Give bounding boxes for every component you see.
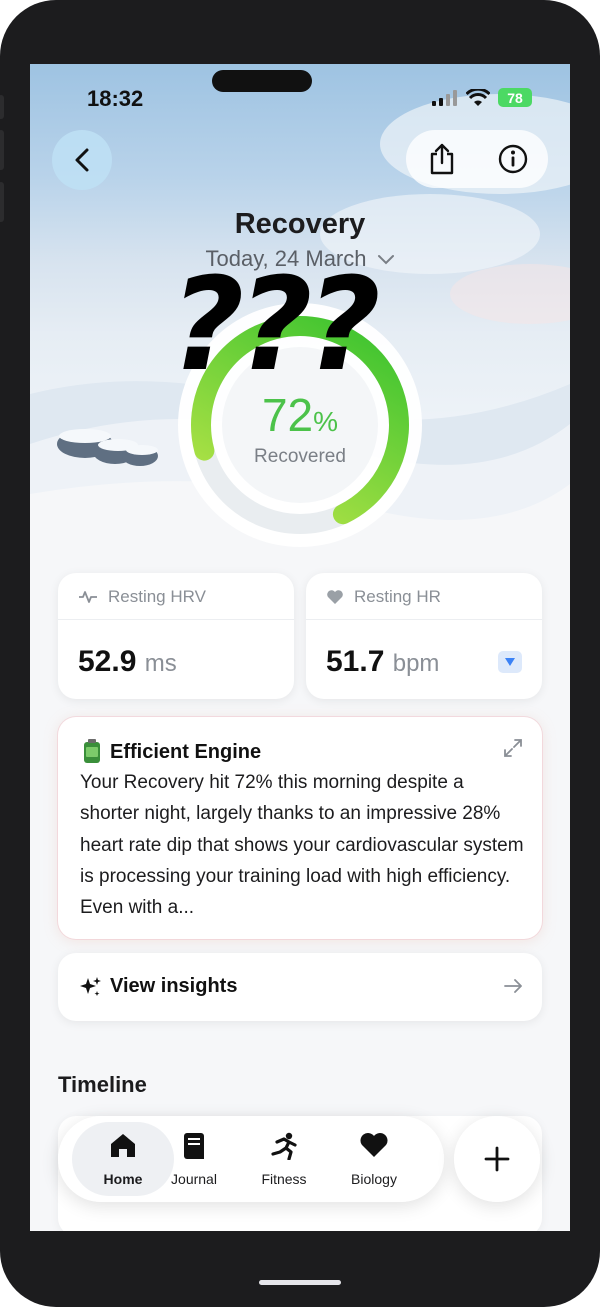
divider <box>306 619 542 620</box>
dynamic-island <box>212 70 312 92</box>
back-button[interactable] <box>52 130 112 190</box>
volume-down-button <box>0 182 4 222</box>
volume-up-button <box>0 130 4 170</box>
hr-number: 51.7 <box>326 645 385 678</box>
recovery-label: Recovered <box>254 446 346 467</box>
tab-biology-label: Biology <box>351 1171 397 1187</box>
hr-unit: bpm <box>392 650 440 677</box>
divider <box>58 619 294 620</box>
battery-indicator: 78 <box>498 88 532 107</box>
add-button[interactable] <box>454 1116 540 1202</box>
phone-frame: 18:32 78 Recovery Today, 24 March 72% Re… <box>0 0 600 1307</box>
timeline-heading: Timeline <box>58 1072 147 1097</box>
wifi-icon <box>466 88 490 106</box>
hrv-header: Resting HRV <box>78 587 206 607</box>
chevron-left-icon <box>75 148 89 172</box>
battery-can-icon <box>84 739 100 763</box>
status-indicators: 78 <box>432 88 532 107</box>
hrv-number: 52.9 <box>78 645 137 678</box>
view-insights-button[interactable]: View insights <box>58 953 542 1021</box>
heart-icon <box>329 1132 419 1158</box>
hrv-value: 52.9 ms <box>78 645 177 679</box>
hr-value: 51.7 bpm <box>326 645 439 679</box>
tab-bar: Home Journal Fitness Biology <box>58 1116 444 1202</box>
triangle-down-icon <box>505 658 515 666</box>
share-button[interactable] <box>420 137 464 181</box>
info-icon <box>498 144 527 174</box>
recovery-center: 72% Recovered <box>175 388 425 468</box>
hr-header: Resting HR <box>326 587 441 607</box>
hrv-unit: ms <box>144 650 177 677</box>
sparkles-icon <box>78 975 102 1004</box>
expand-button[interactable] <box>502 737 524 764</box>
chevron-down-icon <box>377 255 394 265</box>
tab-journal-label: Journal <box>171 1171 217 1187</box>
arrow-right-icon <box>502 975 524 1002</box>
top-actions-group <box>406 130 548 188</box>
info-button[interactable] <box>491 137 535 181</box>
resting-hrv-card[interactable]: Resting HRV 52.9 ms <box>58 573 294 699</box>
fitness-icon <box>239 1132 329 1160</box>
plus-icon <box>484 1146 510 1172</box>
hr-label: Resting HR <box>354 587 441 606</box>
page-title: Recovery <box>234 208 366 240</box>
home-indicator <box>259 1280 341 1285</box>
journal-icon <box>149 1132 239 1160</box>
share-icon <box>430 143 453 175</box>
tab-biology[interactable]: Biology <box>351 1116 462 1202</box>
view-insights-label: View insights <box>110 975 238 997</box>
heart-icon <box>327 590 343 604</box>
insight-card[interactable]: Efficient Engine Your Recovery hit 72% t… <box>58 717 542 939</box>
tab-fitness[interactable]: Fitness <box>261 1116 372 1202</box>
insight-text: Your Recovery hit 72% this morning despi… <box>80 772 524 919</box>
expand-icon <box>504 739 522 757</box>
tab-fitness-label: Fitness <box>261 1171 307 1187</box>
app-screen: 18:32 78 Recovery Today, 24 March 72% Re… <box>30 64 570 1231</box>
resting-hr-card[interactable]: Resting HR 51.7 bpm <box>306 573 542 699</box>
side-button <box>0 95 4 119</box>
hrv-label: Resting HRV <box>108 587 206 606</box>
pulse-icon <box>79 591 97 603</box>
redaction-overlay: ??? <box>170 251 381 400</box>
insight-title: Efficient Engine <box>110 740 262 763</box>
tab-home[interactable]: Home <box>66 1116 174 1202</box>
recovery-unit: % <box>313 406 339 437</box>
insight-header: Efficient Engine <box>82 739 261 765</box>
trend-down-badge <box>498 651 522 673</box>
signal-icon <box>432 89 457 106</box>
status-time: 18:32 <box>87 86 144 111</box>
